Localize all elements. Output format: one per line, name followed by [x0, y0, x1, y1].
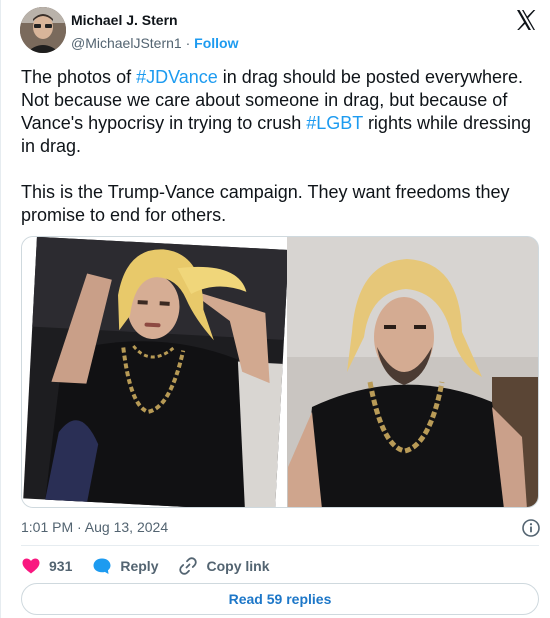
action-bar: 931 Reply Copy link	[21, 554, 290, 578]
x-logo-icon[interactable]	[514, 8, 538, 32]
like-button[interactable]: 931	[21, 556, 72, 576]
info-icon[interactable]	[521, 518, 541, 538]
follow-button[interactable]: Follow	[194, 35, 238, 51]
reply-label: Reply	[120, 558, 159, 574]
author-block: Michael J. Stern @MichaelJStern1 · Follo…	[71, 11, 238, 52]
tweet-paragraph-1: The photos of #JDVance in drag should be…	[21, 66, 541, 158]
tweet-text: The photos of #JDVance in drag should be…	[21, 66, 541, 227]
hashtag-jdvance[interactable]: #JDVance	[136, 67, 218, 87]
handle-row: @MichaelJStern1 · Follow	[71, 34, 238, 52]
timestamp-row: 1:01 PM · Aug 13, 2024	[21, 518, 541, 538]
photo-right	[287, 237, 538, 507]
heart-icon	[22, 558, 40, 574]
separator-dot: ·	[185, 35, 191, 51]
text-segment: The photos of	[21, 67, 137, 87]
copy-link-label: Copy link	[206, 558, 270, 574]
avatar[interactable]	[20, 7, 66, 53]
read-replies-button[interactable]: Read 59 replies	[21, 583, 539, 615]
reply-button[interactable]: Reply	[92, 556, 158, 576]
speech-bubble-icon	[93, 558, 111, 574]
tweet-media[interactable]	[21, 236, 539, 508]
tweet-card: Michael J. Stern @MichaelJStern1 · Follo…	[0, 0, 550, 618]
timestamp[interactable]: 1:01 PM · Aug 13, 2024	[21, 519, 168, 535]
photo-left	[23, 237, 289, 507]
copy-link-button[interactable]: Copy link	[178, 556, 270, 576]
likes-count: 931	[49, 558, 73, 574]
tweet-paragraph-2: This is the Trump-Vance campaign. They w…	[21, 182, 510, 225]
author-handle[interactable]: @MichaelJStern1	[71, 35, 182, 51]
divider	[21, 545, 539, 546]
hashtag-lgbt[interactable]: #LGBT	[306, 113, 363, 133]
link-icon	[179, 557, 198, 575]
author-name[interactable]: Michael J. Stern	[71, 11, 238, 29]
